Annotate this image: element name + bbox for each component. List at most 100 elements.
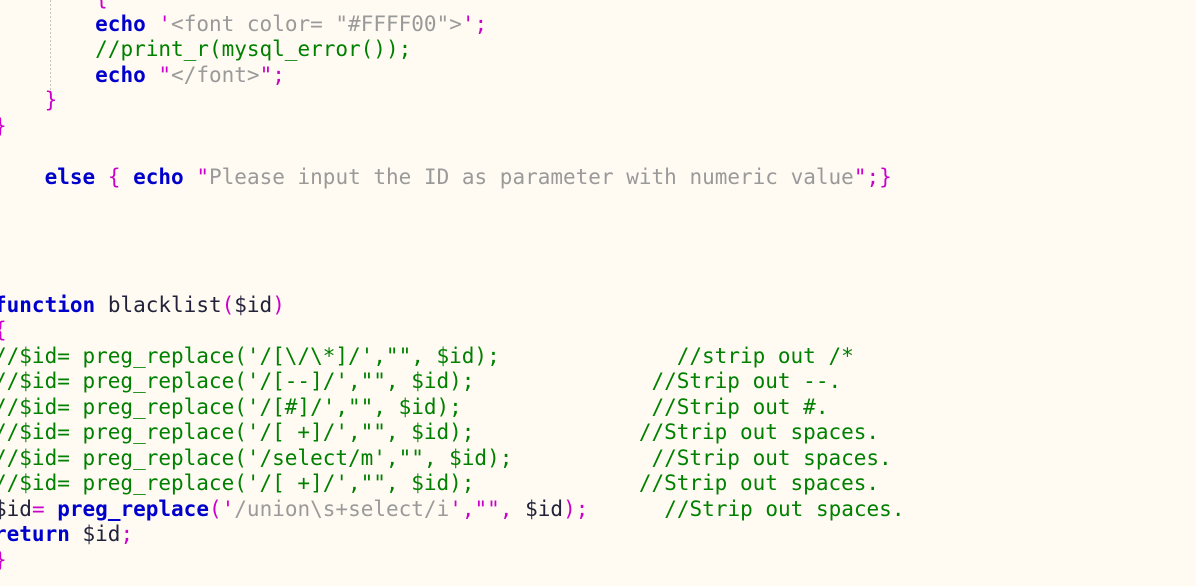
code-token-cmt: //strip out /* <box>676 343 854 368</box>
code-token-punc: ' <box>158 11 172 36</box>
code-line[interactable]: echo "</font>"; <box>0 63 904 89</box>
code-token-str: Please input the ID as parameter with nu… <box>209 164 854 189</box>
code-token-str: </font> <box>171 62 260 87</box>
code-token-punc: , <box>461 496 475 521</box>
code-token-punc: " <box>853 164 867 189</box>
code-token-punc: ) <box>563 496 576 521</box>
code-token-kw: else <box>44 164 96 189</box>
code-token-fn: preg_replace <box>57 496 209 521</box>
code-line[interactable]: //$id= preg_replace('/[\/\*]/',"", $id);… <box>0 344 904 370</box>
code-line[interactable] <box>0 190 904 216</box>
code-token-punc: , <box>499 496 513 521</box>
code-line[interactable] <box>0 241 904 267</box>
code-line[interactable]: //$id= preg_replace('/select/m',"", $id)… <box>0 446 904 472</box>
code-line[interactable]: //$id= preg_replace('/[ +]/',"", $id); /… <box>0 420 904 446</box>
code-token-punc: } <box>0 548 7 572</box>
code-token-kw: function <box>0 292 96 317</box>
code-line[interactable]: //$id= preg_replace('/[#]/',"", $id); //… <box>0 395 904 421</box>
code-token-punc: { <box>107 164 121 189</box>
code-token-punc: " <box>158 62 172 87</box>
code-token-cmt: //Strip out spaces. <box>664 496 905 521</box>
source-code-text[interactable]: { echo '<font color= "#FFFF00">'; //prin… <box>0 0 904 574</box>
code-token-cmt: //Strip out spaces. <box>651 445 892 470</box>
code-token-punc: ( <box>208 496 222 521</box>
code-line[interactable]: } <box>0 548 904 574</box>
code-token-name: blacklist <box>107 292 222 317</box>
code-token-var: $id <box>0 496 32 521</box>
code-token-kw: return <box>0 522 70 547</box>
code-line[interactable] <box>0 216 904 242</box>
code-token-punc: ; <box>120 522 134 547</box>
code-line[interactable]: } <box>0 114 904 140</box>
code-line[interactable]: { <box>0 318 904 344</box>
code-line[interactable]: //$id= preg_replace('/[--]/',"", $id); /… <box>0 369 904 395</box>
code-line[interactable]: return $id; <box>0 522 904 548</box>
code-line[interactable]: //$id= preg_replace('/[ +]/',"", $id); /… <box>0 471 904 497</box>
code-token-punc: ; <box>474 11 488 36</box>
code-token-punc: } <box>0 114 7 138</box>
code-token-cmt: //Strip out #. <box>651 394 829 419</box>
code-token-str: <font color= "#FFFF00"> <box>171 11 462 36</box>
code-token-punc: } <box>44 88 58 113</box>
code-line[interactable]: $id= preg_replace('/union\s+select/i',""… <box>0 497 904 523</box>
code-token-kw: echo <box>95 62 146 87</box>
code-line[interactable] <box>0 267 904 293</box>
code-token-kw: echo <box>95 11 146 36</box>
code-token-punc: " <box>259 62 273 87</box>
code-editor-canvas[interactable]: { echo '<font color= "#FFFF00">'; //prin… <box>0 0 1196 586</box>
code-token-str: /union\s+select/i <box>234 496 450 521</box>
code-token-punc: { <box>0 318 7 342</box>
code-token-punc: ;} <box>866 164 892 189</box>
code-token-cmt: //$id= preg_replace('/[ +]/',"", $id); <box>0 420 475 445</box>
code-token-cmt: //print_r(mysql_error()); <box>95 37 412 62</box>
code-token-kw: echo <box>133 164 184 189</box>
code-token-punc: ; <box>272 62 285 87</box>
code-token-cmt: //$id= preg_replace('/[\/\*]/',"", $id); <box>0 343 500 368</box>
code-token-punc: { <box>0 0 108 10</box>
code-token-punc: ( <box>221 292 235 317</box>
code-line[interactable]: else { echo "Please input the ID as para… <box>0 165 904 191</box>
code-token-cmt: //$id= preg_replace('/[#]/',"", $id); <box>0 394 462 419</box>
code-line[interactable] <box>0 139 904 165</box>
code-line[interactable]: { <box>0 0 904 12</box>
code-token-punc: " <box>196 164 210 189</box>
code-line[interactable]: function blacklist($id) <box>0 293 904 319</box>
code-token-cmt: //$id= preg_replace('/[--]/',"", $id); <box>0 369 475 394</box>
code-token-punc: ' <box>449 496 462 521</box>
code-token-punc: ; <box>575 496 589 521</box>
code-token-cmt: //Strip out spaces. <box>638 471 880 496</box>
code-token-var: $id <box>525 496 564 521</box>
code-token-var: $id <box>234 292 273 317</box>
code-token-cmt: //Strip out spaces. <box>638 420 880 445</box>
code-token-cmt: //$id= preg_replace('/select/m',"", $id)… <box>0 445 513 470</box>
code-line[interactable]: } <box>0 88 904 114</box>
code-token-punc: ) <box>272 292 285 317</box>
code-token-cmt: //$id= preg_replace('/[ +]/',"", $id); <box>0 471 475 496</box>
code-token-op: = <box>31 496 45 521</box>
code-token-punc: "" <box>474 496 500 521</box>
code-line[interactable]: echo '<font color= "#FFFF00">'; <box>0 12 904 38</box>
code-line[interactable]: //print_r(mysql_error()); <box>0 37 904 63</box>
code-token-punc: ' <box>221 496 235 521</box>
